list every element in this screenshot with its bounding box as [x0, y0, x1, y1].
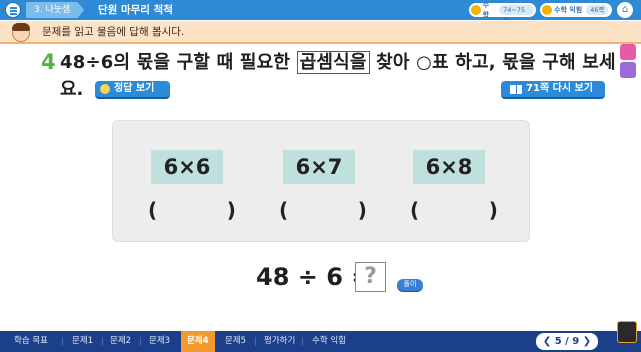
coin-icon [542, 5, 552, 15]
option-3[interactable]: 6×8 [413, 150, 485, 184]
nav-divider [102, 337, 103, 346]
textbook-label: 수학 [482, 1, 490, 19]
question-number: 4 [41, 50, 56, 74]
menu-icon [10, 7, 17, 9]
nav-divider [255, 337, 256, 346]
nav-evaluate[interactable]: 평가하기 [264, 331, 295, 352]
lightbulb-icon [100, 84, 110, 94]
page-title: 단원 마무리 척척 [98, 4, 173, 16]
review-page-button[interactable]: 71쪽 다시 보기 [501, 81, 605, 99]
next-page-icon[interactable]: ❯ [583, 336, 591, 347]
nav-learning-goal[interactable]: 학습 목표 [14, 331, 48, 352]
nav-problem-2[interactable]: 문제2 [110, 331, 131, 352]
page-navigator: ❮ 5 / 9 ❯ [536, 333, 598, 350]
question-text-end: 찾아 ○표 하고, 몫을 구해 보세 [369, 52, 616, 73]
mascot-hair [12, 23, 30, 31]
workbook-label: 수학 익힘 [554, 6, 583, 14]
unit-chip[interactable]: 3. 나눗셈 [26, 2, 85, 18]
question-text-start: 48÷6의 몫을 구할 때 필요한 [60, 52, 297, 73]
textbook-chip[interactable]: 수학 74~75쪽 [469, 1, 536, 24]
nav-workbook[interactable]: 수학 익힘 [312, 331, 346, 352]
nav-problem-1[interactable]: 문제1 [72, 331, 93, 352]
menu-button[interactable] [5, 2, 21, 18]
menu-icon-line [10, 10, 17, 12]
prev-page-icon[interactable]: ❮ [543, 336, 551, 347]
show-answer-button[interactable]: 정답 보기 [95, 81, 170, 99]
draw-tool-icon[interactable] [620, 62, 636, 78]
answer-input[interactable]: ? [355, 262, 386, 292]
question-text-line2: 요. [60, 79, 84, 100]
option-3-mark[interactable]: ( ) [410, 198, 498, 222]
question-text: 48÷6의 몫을 구할 때 필요한 곱셈식을 찾아 ○표 하고, 몫을 구해 보… [60, 50, 616, 76]
option-1-mark[interactable]: ( ) [148, 198, 236, 222]
option-2[interactable]: 6×7 [283, 150, 355, 184]
page-indicator: 5 / 9 [554, 336, 580, 347]
pen-tool-icon[interactable] [620, 44, 636, 60]
solution-button[interactable]: 풀이 [397, 279, 423, 292]
nav-divider [140, 337, 141, 346]
workbook-pages: 46쪽 [586, 5, 609, 15]
home-button[interactable]: ⌂ [617, 2, 633, 18]
show-answer-label: 정답 보기 [114, 83, 155, 94]
option-2-mark[interactable]: ( ) [279, 198, 367, 222]
option-1[interactable]: 6×6 [151, 150, 223, 184]
menu-icon-line [10, 13, 17, 15]
home-icon: ⌂ [621, 4, 629, 15]
review-page-label: 71쪽 다시 보기 [526, 83, 593, 94]
question-highlight: 곱셈식을 [296, 51, 370, 74]
toolbox-icon[interactable] [617, 321, 637, 343]
textbook-pages: 74~75쪽 [499, 5, 535, 24]
nav-divider [302, 337, 303, 346]
workbook-chip[interactable]: 수학 익힘 46쪽 [540, 3, 612, 17]
nav-problem-3[interactable]: 문제3 [149, 331, 170, 352]
coin-icon [471, 5, 481, 15]
book-icon [510, 84, 523, 94]
nav-problem-4[interactable]: 문제4 [181, 331, 215, 352]
nav-divider [62, 337, 63, 346]
mascot-icon [10, 21, 32, 44]
instruction-text: 문제를 읽고 물음에 답해 봅시다. [42, 26, 185, 38]
nav-problem-5[interactable]: 문제5 [225, 331, 246, 352]
